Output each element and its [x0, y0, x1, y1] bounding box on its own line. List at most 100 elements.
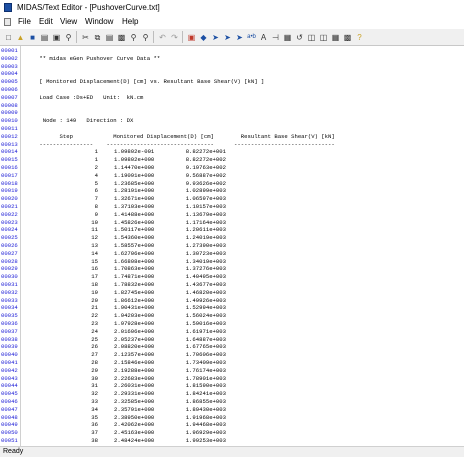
base-shear-cell: 1.96929e+003 — [185, 429, 226, 437]
base-shear-cell: 1.81590e+003 — [185, 382, 226, 390]
line-number: 00038 — [1, 335, 18, 343]
table-icon[interactable]: ▦ — [282, 32, 293, 43]
line-number: 00002 — [1, 54, 18, 62]
bookmark-icon[interactable]: ◆ — [198, 32, 209, 43]
line-number: 00046 — [1, 398, 18, 405]
help-icon[interactable]: ? — [354, 32, 365, 43]
text-line: [ Monitored Displacement(D) [cm] vs. Res… — [36, 78, 265, 86]
print-icon[interactable]: ▤ — [39, 32, 50, 43]
displacement-cell: 2.29331e+000 — [114, 390, 155, 398]
record-icon[interactable]: ▣ — [186, 32, 197, 43]
displacement-cell: 2.35791e+000 — [114, 405, 155, 413]
step-cell: 8 — [94, 203, 98, 210]
step-cell: 1 — [94, 156, 98, 164]
line-number: 00014 — [1, 148, 18, 156]
line-number: 00040 — [1, 351, 18, 359]
undo-icon[interactable]: ↶ — [157, 32, 168, 43]
base-shear-cell: 1.70606e+003 — [185, 351, 226, 359]
copy-icon[interactable]: ⧉ — [92, 32, 103, 43]
step-cell: 5 — [94, 179, 98, 187]
displacement-cell: 1.70863e+000 — [114, 265, 155, 273]
step-cell: 27 — [91, 351, 98, 359]
bookmark-clear-icon[interactable]: ➤ — [234, 32, 245, 43]
grid-icon[interactable]: ▦ — [330, 32, 341, 43]
base-shear-cell: 1.13679e+003 — [185, 210, 226, 218]
line-number: 00034 — [1, 304, 18, 312]
step-cell: 7 — [94, 195, 98, 203]
line-number: 00001 — [1, 47, 18, 54]
paste-icon[interactable]: ▤ — [104, 32, 115, 43]
document-icon[interactable] — [4, 18, 11, 26]
base-shear-cell: 1.94468e+003 — [185, 421, 226, 429]
toolbar-separator — [153, 31, 154, 43]
line-number: 00006 — [1, 86, 18, 93]
column-mode-icon[interactable]: A — [258, 32, 269, 43]
bookmark-next-icon[interactable]: ➤ — [210, 32, 221, 43]
base-shear-cell: 1.40495e+003 — [185, 273, 226, 281]
step-cell: 15 — [91, 257, 98, 265]
line-number: 00017 — [1, 171, 18, 179]
open-icon[interactable]: ▲ — [15, 32, 26, 43]
line-number: 00005 — [1, 78, 18, 86]
text-editor[interactable]: 00001 00002 00003 00004 00005 00006 00007 00008… — [0, 46, 464, 446]
step-cell: 10 — [91, 218, 98, 226]
base-shear-cell: 8.82272e+001 — [185, 148, 226, 156]
cross-icon[interactable]: ⊣ — [270, 32, 281, 43]
menu-edit[interactable]: Edit — [39, 15, 53, 29]
case-icon[interactable]: a•b — [246, 32, 257, 43]
compare-icon[interactable]: ◫ — [318, 32, 329, 43]
find-file-icon[interactable]: ⚲ — [63, 32, 74, 43]
line-number: 00050 — [1, 429, 18, 437]
new-icon[interactable]: □ — [3, 32, 14, 43]
step-cell: 31 — [91, 382, 98, 390]
base-shear-cell: 1.59016e+003 — [185, 320, 226, 327]
menu-file[interactable]: File — [18, 15, 31, 29]
bookmark-prev-icon[interactable]: ➤ — [222, 32, 233, 43]
menu-window[interactable]: Window — [85, 15, 113, 29]
base-shear-cell: 1.89430e+003 — [185, 405, 226, 413]
step-cell: 11 — [91, 226, 98, 234]
line-number: 00025 — [1, 234, 18, 242]
find-next-icon[interactable]: ⚲ — [140, 32, 151, 43]
base-shear-cell: 1.67765e+003 — [185, 343, 226, 351]
base-shear-cell: 9.19763e+002 — [185, 164, 226, 171]
base-shear-cell: 1.34019e+003 — [185, 257, 226, 265]
line-number: 00026 — [1, 242, 18, 249]
find-icon[interactable]: ⚲ — [128, 32, 139, 43]
step-cell: 6 — [94, 187, 98, 195]
line-number: 00024 — [1, 226, 18, 234]
print-preview-icon[interactable]: ▣ — [51, 32, 62, 43]
line-number: 00048 — [1, 413, 18, 421]
line-number: 00023 — [1, 218, 18, 226]
status-bar: Ready — [0, 446, 464, 457]
step-cell: 36 — [91, 421, 98, 429]
displacement-cell: 1.94203e+000 — [114, 312, 155, 320]
base-shear-cell: 8.82272e+002 — [185, 156, 226, 164]
line-number: 00009 — [1, 109, 18, 117]
line-number: 00007 — [1, 93, 18, 101]
split-icon[interactable]: ◫ — [306, 32, 317, 43]
menu-view[interactable]: View — [60, 15, 77, 29]
line-number: 00035 — [1, 312, 18, 320]
base-shear-cell: 1.06597e+003 — [185, 195, 226, 203]
base-shear-cell: 1.37276e+003 — [185, 265, 226, 273]
merge-icon[interactable]: ▩ — [342, 32, 353, 43]
save-icon[interactable]: ■ — [27, 32, 38, 43]
base-shear-cell: 1.52994e+003 — [185, 304, 226, 312]
step-cell: 28 — [91, 359, 98, 366]
paste-special-icon[interactable]: ▩ — [116, 32, 127, 43]
line-number: 00021 — [1, 203, 18, 210]
step-cell: 24 — [91, 327, 98, 335]
toolbar-separator — [182, 31, 183, 43]
step-cell: 14 — [91, 249, 98, 257]
displacement-cell: 2.12357e+000 — [114, 351, 155, 359]
displacement-cell: 1.86612e+000 — [114, 296, 155, 304]
window-title: MIDAS/Text Editor - [PushoverCurve.txt] — [17, 3, 160, 12]
redo-icon[interactable]: ↷ — [169, 32, 180, 43]
line-number-gutter: 00001 00002 00003 00004 00005 00006 00007 00008… — [0, 46, 21, 446]
cut-icon[interactable]: ✂ — [80, 32, 91, 43]
wrap-icon[interactable]: ↺ — [294, 32, 305, 43]
menu-help[interactable]: Help — [122, 15, 138, 29]
line-number: 00029 — [1, 265, 18, 273]
step-cell: 38 — [91, 437, 98, 444]
